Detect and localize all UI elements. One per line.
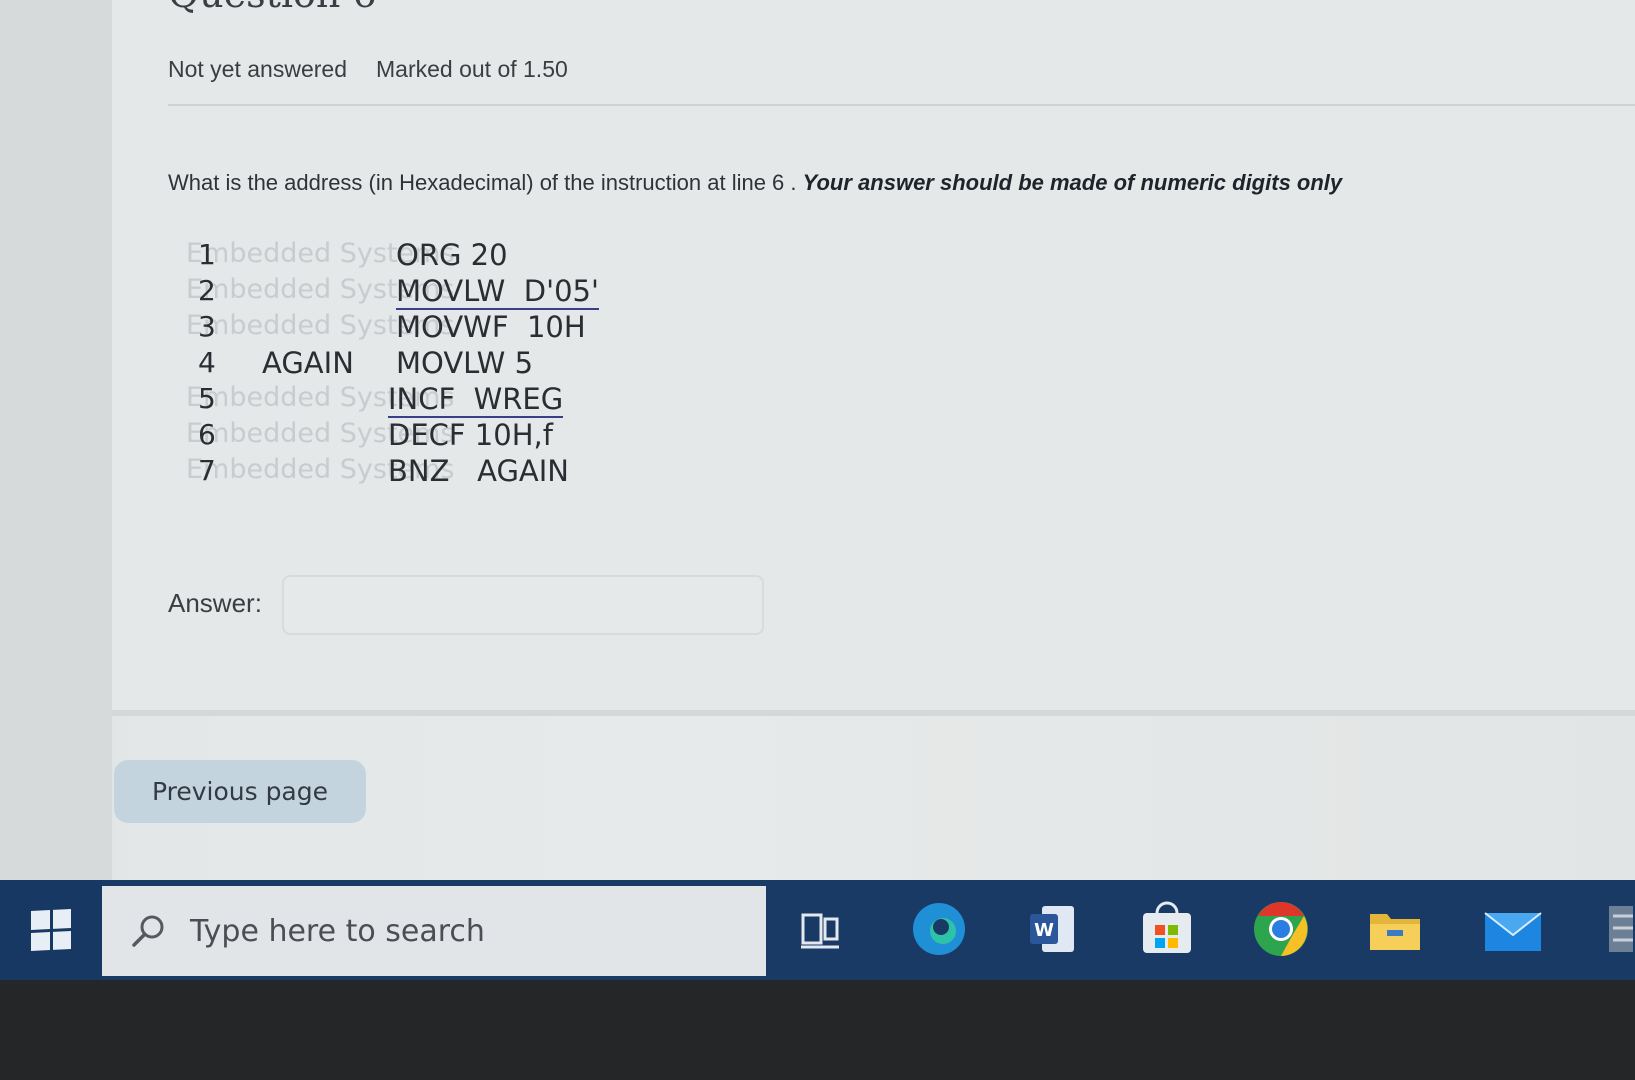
monitor-bezel — [0, 980, 1635, 1080]
code-instruction: ORG 20 — [396, 238, 508, 272]
answer-input[interactable] — [282, 575, 764, 635]
word-icon[interactable]: W — [1022, 898, 1084, 960]
code-line: 7 BNZ AGAIN — [190, 454, 670, 490]
line-number: 4 — [198, 346, 216, 379]
code-instruction: MOVLW 5 — [396, 346, 534, 380]
code-line: 3 MOVWF 10H — [190, 310, 670, 346]
search-placeholder: Type here to search — [190, 913, 485, 949]
code-instruction: INCF WREG — [388, 382, 564, 418]
search-icon — [132, 915, 164, 947]
edge-icon[interactable] — [908, 898, 970, 960]
line-number: 5 — [198, 382, 216, 415]
code-line: 1 ORG 20 — [190, 238, 670, 274]
question-text: What is the address (in Hexadecimal) of … — [168, 170, 1342, 196]
line-number: 3 — [198, 310, 216, 343]
page-background: Question 6 Not yet answered Marked out o… — [0, 0, 1635, 880]
left-gutter — [0, 0, 112, 880]
question-heading: Question 6 — [168, 0, 377, 16]
code-label: AGAIN — [262, 346, 354, 380]
previous-page-button[interactable]: Previous page — [114, 760, 366, 823]
start-button[interactable] — [0, 880, 102, 980]
line-number: 7 — [198, 454, 216, 487]
windows-logo-icon — [31, 908, 71, 952]
question-marks: Marked out of 1.50 — [376, 56, 568, 82]
code-instruction: MOVWF 10H — [396, 310, 586, 344]
question-status: Not yet answered — [168, 56, 347, 82]
app-icon[interactable] — [1600, 898, 1635, 960]
answer-label: Answer: — [168, 588, 262, 618]
code-line: 2 MOVLW D'05' — [190, 274, 670, 310]
line-number: 2 — [198, 274, 216, 307]
code-instruction: DECF 10H,f — [388, 418, 553, 452]
taskbar: Type here to search W — [0, 880, 1635, 980]
store-icon[interactable] — [1136, 898, 1198, 960]
code-line: 5 INCF WREG — [190, 382, 670, 418]
code-instruction: BNZ AGAIN — [388, 454, 569, 488]
code-instruction: MOVLW D'05' — [396, 274, 599, 310]
taskbar-search-box[interactable]: Type here to search — [102, 886, 766, 976]
svg-text:W: W — [1034, 920, 1054, 941]
file-explorer-icon[interactable] — [1364, 898, 1426, 960]
question-emphasis: Your answer should be made of numeric di… — [802, 170, 1343, 195]
mail-icon[interactable] — [1482, 898, 1544, 960]
chrome-icon[interactable] — [1250, 898, 1312, 960]
code-line: 4 AGAIN MOVLW 5 — [190, 346, 670, 382]
question-text-main: What is the address (in Hexadecimal) of … — [168, 170, 803, 195]
divider — [168, 104, 1635, 106]
line-number: 6 — [198, 418, 216, 451]
task-view-icon[interactable] — [790, 898, 852, 960]
code-line: 6 DECF 10H,f — [190, 418, 670, 454]
code-listing: Embedded Systems Embedded Systems Embedd… — [186, 238, 670, 528]
line-number: 1 — [198, 238, 216, 271]
